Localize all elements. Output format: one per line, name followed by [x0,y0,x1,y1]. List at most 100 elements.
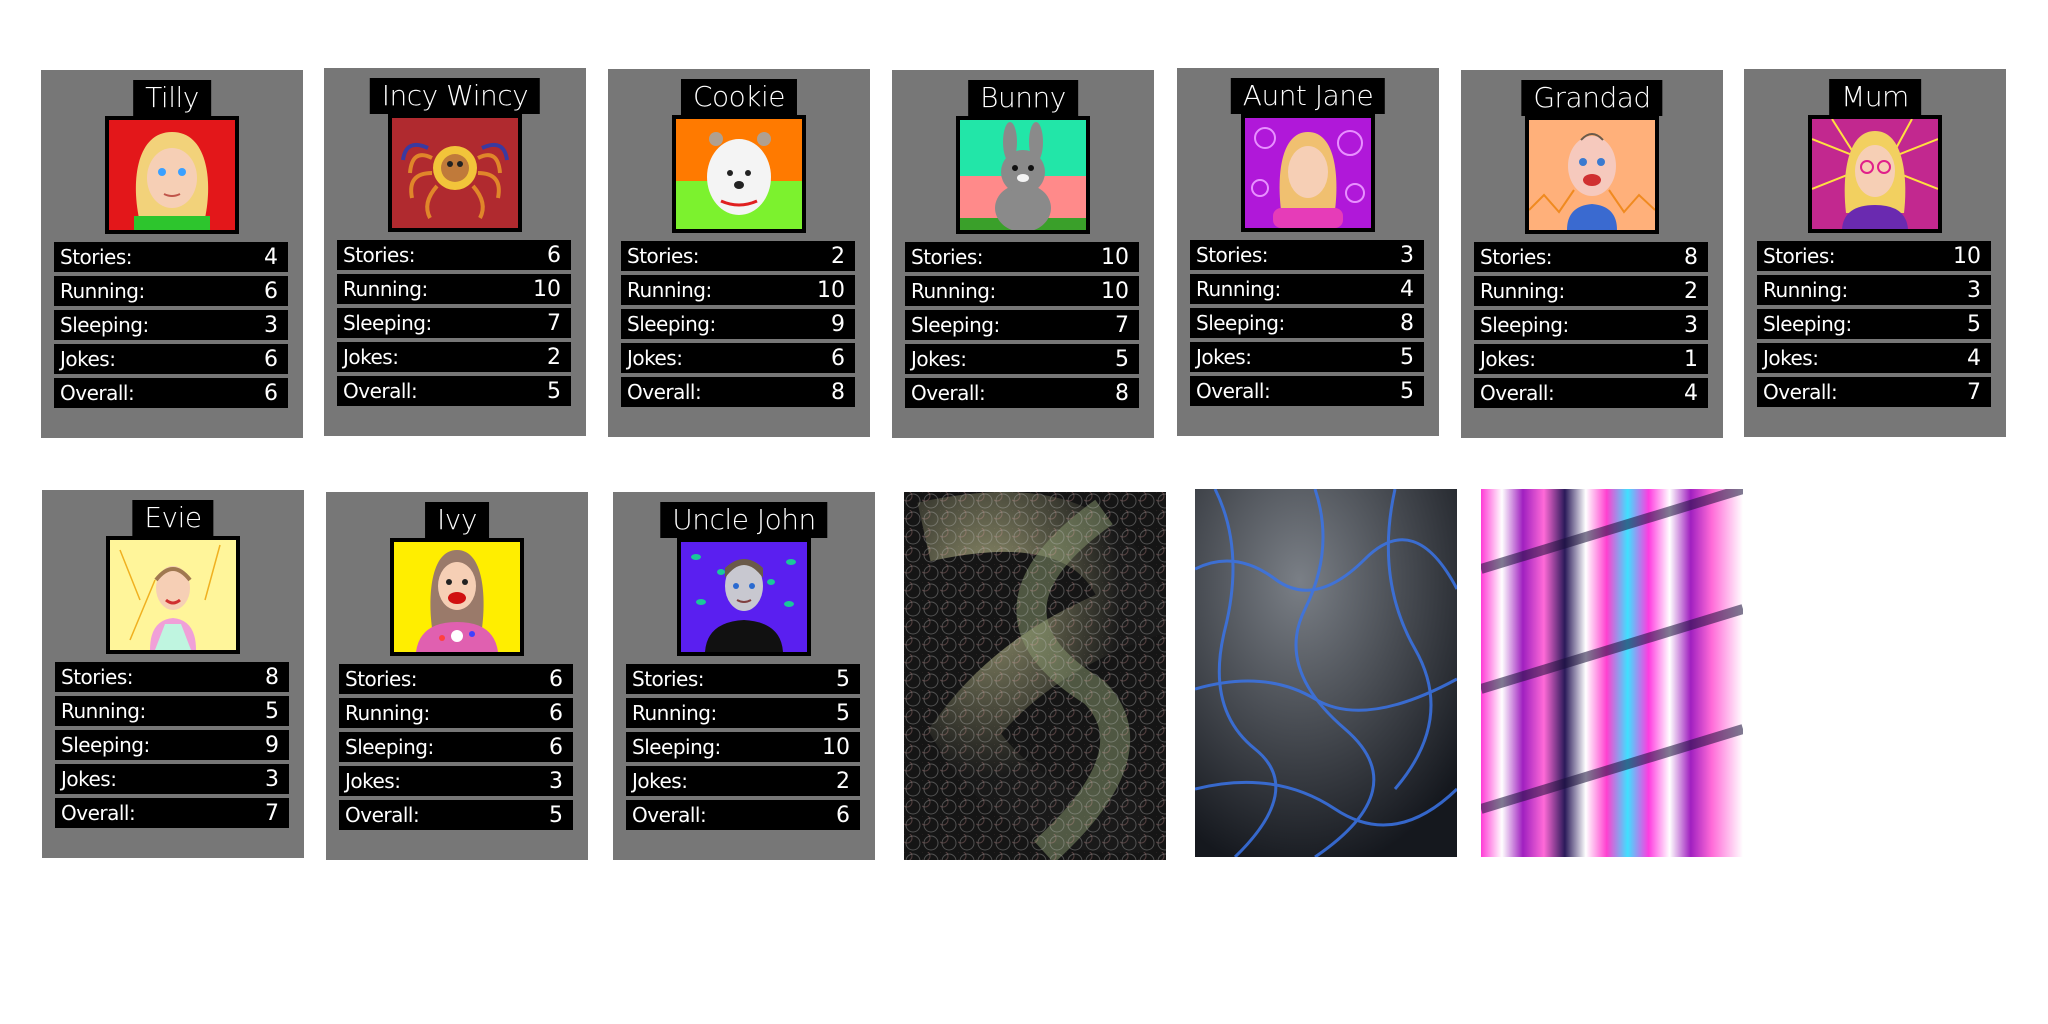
stat-label: Overall: [345,803,420,827]
stat-label: Running: [343,277,428,301]
stat-value: 5 [1115,346,1129,372]
stat-value: 10 [822,734,850,760]
card-cookie[interactable]: Cookie Stories: 2 Running: 10 Sleeping: 9 J… [608,69,870,437]
card-name: Mum [1829,79,1921,115]
stat-label: Overall: [627,380,702,404]
stat-value: 7 [1115,312,1129,338]
stat-row-stories: Stories: 4 [54,242,288,272]
card-bunny[interactable]: Bunny Stories: 10 Running: 10 Sleeping: 7 J… [892,70,1154,438]
stat-label: Overall: [1196,379,1271,403]
card-grandad[interactable]: Grandad Stories: 8 Running: 2 Sleeping: 3 J… [1461,70,1723,438]
stats-table: Stories: 5 Running: 5 Sleeping: 10 Jokes: 2 … [626,664,860,834]
stat-row-sleeping: Sleeping: 3 [54,310,288,340]
stat-value: 5 [547,378,561,404]
stat-row-sleeping: Sleeping: 3 [1474,310,1708,340]
stat-label: Stories: [345,667,418,691]
stat-label: Stories: [627,244,700,268]
stat-row-running: Running: 2 [1474,276,1708,306]
stat-label: Jokes: [345,769,401,793]
stat-value: 5 [836,700,850,726]
stat-label: Overall: [632,803,707,827]
stat-value: 5 [1400,378,1414,404]
stat-row-sleeping: Sleeping: 7 [337,308,571,338]
stat-label: Sleeping: [911,313,1000,337]
card-ivy[interactable]: Ivy Stories: 6 Running: 6 Sleeping: 6 Jokes… [326,492,588,860]
stat-row-sleeping: Sleeping: 7 [905,310,1139,340]
stat-row-jokes: Jokes: 4 [1757,343,1991,373]
stat-row-sleeping: Sleeping: 9 [55,730,289,760]
stat-value: 9 [265,732,279,758]
card-back-stripes-pattern[interactable] [1479,484,1745,857]
stat-value: 10 [1101,244,1129,270]
card-name: Bunny [968,80,1078,116]
stat-value: 5 [836,666,850,692]
stat-label: Jokes: [1763,346,1819,370]
stat-label: Sleeping: [1763,312,1852,336]
card-back-water-pattern[interactable] [1194,488,1459,859]
stat-value: 5 [1967,311,1981,337]
stat-value: 6 [264,346,278,372]
portrait-image [956,116,1090,234]
stat-value: 9 [831,311,845,337]
stat-value: 6 [264,278,278,304]
portrait-image [672,115,806,233]
stat-value: 4 [264,244,278,270]
card-uncle-john[interactable]: Uncle John Stories: 5 Running: 5 Sleeping:… [613,492,875,860]
stat-label: Stories: [911,245,984,269]
stat-label: Sleeping: [61,733,150,757]
card-name: Ivy [425,502,489,538]
stat-value: 2 [547,344,561,370]
stats-table: Stories: 4 Running: 6 Sleeping: 3 Jokes: 6 O… [54,242,288,412]
card-aunt-jane[interactable]: Aunt Jane Stories: 3 Running: 4 Sleeping: 8… [1177,68,1439,436]
stat-row-running: Running: 5 [55,696,289,726]
stat-label: Running: [1480,279,1565,303]
card-mum[interactable]: Mum Stories: 10 Running: 3 Sleeping: 5 Joke… [1744,69,2006,437]
stat-row-running: Running: 5 [626,698,860,728]
stats-table: Stories: 8 Running: 2 Sleeping: 3 Jokes: 1 O… [1474,242,1708,412]
card-incy-wincy[interactable]: Incy Wincy Stories: 6 Running: 10 Sleeping… [324,68,586,436]
portrait-image [388,114,522,232]
stat-value: 6 [549,666,563,692]
stat-label: Sleeping: [343,311,432,335]
stat-value: 7 [1967,379,1981,405]
stat-value: 10 [1101,278,1129,304]
stats-table: Stories: 10 Running: 3 Sleeping: 5 Jokes: 4 … [1757,241,1991,411]
stat-row-jokes: Jokes: 3 [339,766,573,796]
portrait-image [1525,116,1659,234]
stat-label: Running: [345,701,430,725]
stat-label: Overall: [911,381,986,405]
stat-value: 8 [1115,380,1129,406]
stat-label: Jokes: [627,346,683,370]
stat-row-jokes: Jokes: 1 [1474,344,1708,374]
stat-value: 4 [1400,276,1414,302]
stat-row-running: Running: 4 [1190,274,1424,304]
stat-row-stories: Stories: 8 [55,662,289,692]
stat-label: Sleeping: [1196,311,1285,335]
stat-value: 8 [265,664,279,690]
stat-row-overall: Overall: 8 [905,378,1139,408]
stat-label: Stories: [1480,245,1553,269]
stat-row-running: Running: 6 [339,698,573,728]
stat-row-running: Running: 10 [621,275,855,305]
portrait-image [1241,114,1375,232]
stat-label: Jokes: [1196,345,1252,369]
stat-label: Overall: [343,379,418,403]
stat-value: 6 [547,242,561,268]
stat-row-sleeping: Sleeping: 8 [1190,308,1424,338]
stat-row-stories: Stories: 6 [337,240,571,270]
card-name: Aunt Jane [1230,78,1386,114]
stats-table: Stories: 8 Running: 5 Sleeping: 9 Jokes: 3 O… [55,662,289,832]
stat-value: 6 [836,802,850,828]
stat-row-jokes: Jokes: 5 [1190,342,1424,372]
stat-value: 3 [1684,312,1698,338]
stat-row-jokes: Jokes: 6 [621,343,855,373]
stat-value: 3 [264,312,278,338]
card-tilly[interactable]: Tilly Stories: 4 Running: 6 Sleeping: 3 Jok… [41,70,303,438]
stat-label: Jokes: [1480,347,1536,371]
stat-value: 6 [831,345,845,371]
stat-row-stories: Stories: 6 [339,664,573,694]
stat-value: 10 [817,277,845,303]
card-evie[interactable]: Evie Stories: 8 Running: 5 Sleeping: 9 Joke… [42,490,304,858]
card-back-swirl-pattern[interactable] [904,492,1170,864]
stat-label: Running: [61,699,146,723]
